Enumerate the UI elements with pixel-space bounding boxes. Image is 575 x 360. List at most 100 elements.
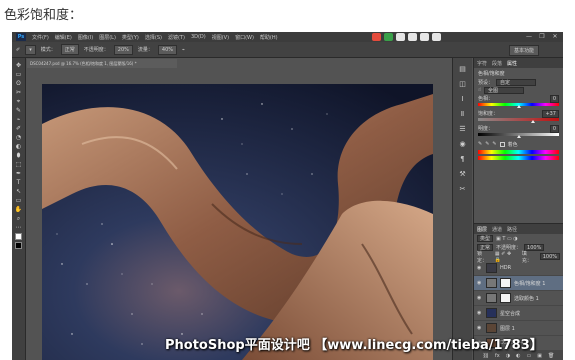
eyedropper-tool-icon[interactable]: ⌖ (14, 98, 23, 105)
restore-icon[interactable]: ❐ (538, 33, 546, 40)
airbrush-icon[interactable]: ⌁ (182, 47, 185, 53)
adjustment-layer-icon[interactable]: ◐ (516, 353, 520, 359)
visibility-eye-icon[interactable]: ◉ (477, 325, 483, 331)
trash-icon[interactable]: 🗑 (548, 353, 554, 359)
marquee-tool-icon[interactable]: ▭ (14, 71, 23, 78)
new-layer-icon[interactable]: ▣ (537, 353, 542, 359)
filter-icons[interactable]: ▣ T ▭ ◑ (496, 236, 518, 242)
lightness-thumb[interactable] (516, 135, 521, 138)
adjustments-panel-icon[interactable]: ◉ (457, 139, 469, 149)
hue-value[interactable]: 0 (549, 95, 559, 103)
document-canvas[interactable] (42, 84, 433, 360)
menu-help[interactable]: 帮助(H) (260, 34, 278, 41)
opacity-input[interactable]: 20% (113, 44, 133, 55)
mode-dropdown[interactable]: 正常 (60, 44, 79, 55)
menu-layer[interactable]: 图层(L) (99, 34, 116, 41)
menu-select[interactable]: 选择(S) (145, 34, 162, 41)
clone-tool-icon[interactable]: ✐ (14, 125, 23, 132)
healing-tool-icon[interactable]: ⌁ (14, 116, 23, 123)
menu-file[interactable]: 文件(F) (32, 34, 49, 41)
crop-tool-icon[interactable]: ✂ (14, 89, 23, 96)
more-tools-icon[interactable]: ⋯ (14, 224, 23, 231)
layer-row[interactable]: ◉ HDR (474, 261, 563, 276)
colorize-checkbox[interactable] (499, 141, 505, 147)
menu-view[interactable]: 视图(V) (212, 34, 229, 41)
saturation-value[interactable]: +37 (542, 110, 559, 118)
tab-paths[interactable]: 路径 (507, 226, 517, 233)
lock-icons[interactable]: ▦ ✐ ✥ 🔒 (495, 251, 519, 263)
layer-row[interactable]: ◉ 选取颜色 1 (474, 291, 563, 306)
visibility-eye-icon[interactable]: ◉ (477, 310, 483, 316)
properties-panel-icon[interactable]: ☰ (457, 124, 469, 134)
brush-preset-picker[interactable]: ▾ (25, 44, 36, 55)
layer-kind-dropdown[interactable]: 类型 (477, 235, 494, 242)
saturation-thumb[interactable] (531, 120, 536, 123)
tray-app-icon[interactable] (432, 33, 441, 41)
channel-dropdown[interactable]: 全图 (484, 86, 525, 94)
hand-adjust-icon[interactable]: ☝ (478, 87, 481, 93)
preset-dropdown[interactable]: 自定 (496, 78, 537, 86)
visibility-eye-icon[interactable]: ◉ (477, 265, 483, 271)
layer-row[interactable]: ◉ 星空合成 (474, 306, 563, 321)
saturation-slider[interactable]: 饱和度： +37 (478, 110, 559, 124)
tab-properties[interactable]: 属性 (507, 60, 517, 67)
hue-thumb[interactable] (516, 105, 521, 108)
foreground-color-swatch[interactable] (15, 233, 22, 240)
minimize-icon[interactable]: — (525, 33, 533, 40)
lasso-tool-icon[interactable]: ʘ (14, 80, 23, 87)
history-brush-icon[interactable]: ◔ (14, 134, 23, 141)
menu-filter[interactable]: 滤镜(T) (168, 34, 185, 41)
menu-window[interactable]: 窗口(W) (235, 34, 254, 41)
tab-paragraph[interactable]: 段落 (492, 60, 502, 67)
type-tool-icon[interactable]: T (14, 179, 23, 186)
zoom-tool-icon[interactable]: ⌕ (14, 215, 23, 222)
group-icon[interactable]: ▭ (527, 353, 532, 359)
add-mask-icon[interactable]: ◑ (506, 353, 510, 359)
eraser-tool-icon[interactable]: ◐ (14, 143, 23, 150)
lightness-slider[interactable]: 明度： 0 (478, 125, 559, 139)
gradient-tool-icon[interactable]: ⬮ (14, 152, 23, 159)
scissors-icon[interactable]: ✂ (457, 184, 469, 194)
brush-tool-icon[interactable]: ✐ (16, 47, 20, 53)
eyedropper-minus-icon[interactable]: ✎ (492, 141, 496, 147)
pen-tool-icon[interactable]: ✒ (14, 170, 23, 177)
eyedropper-icon[interactable]: ✎ (478, 141, 482, 147)
paragraph-panel-icon[interactable]: Ⅱ (457, 109, 469, 119)
visibility-eye-icon[interactable]: ◉ (477, 280, 483, 286)
layer-row[interactable]: ◉ 色相/饱和度 1 (474, 276, 563, 291)
tray-app-icon[interactable] (420, 33, 429, 41)
layer-mask-thumbnail[interactable] (500, 278, 511, 288)
fill-input[interactable]: 100% (539, 253, 560, 260)
menu-edit[interactable]: 编辑(E) (55, 34, 72, 41)
menu-3d[interactable]: 3D(D) (191, 34, 206, 40)
tray-app-icon[interactable] (408, 33, 417, 41)
character-panel-icon[interactable]: Ⅰ (457, 94, 469, 104)
link-layers-icon[interactable]: ⛓ (483, 353, 489, 359)
close-icon[interactable]: ✕ (551, 33, 559, 40)
layer-style-icon[interactable]: fx (495, 353, 500, 359)
paragraph-style-icon[interactable]: ¶ (457, 154, 469, 164)
tray-app-icon[interactable] (396, 33, 405, 41)
lightness-value[interactable]: 0 (549, 125, 559, 133)
tool-presets-icon[interactable]: ⚒ (457, 169, 469, 179)
brush-tool-icon[interactable]: ✎ (14, 107, 23, 114)
move-tool-icon[interactable]: ✥ (14, 62, 23, 69)
menu-type[interactable]: 类型(Y) (122, 34, 139, 41)
background-color-swatch[interactable] (15, 242, 22, 249)
dodge-tool-icon[interactable]: ⬚ (14, 161, 23, 168)
menu-image[interactable]: 图像(I) (78, 34, 93, 41)
tray-app-icon[interactable] (384, 33, 393, 41)
path-select-icon[interactable]: ↖ (14, 188, 23, 195)
shape-tool-icon[interactable]: ▭ (14, 197, 23, 204)
hue-slider[interactable]: 色相： 0 (478, 95, 559, 109)
document-tab[interactable]: DSC04247.psd @ 16.7% (色相/饱和度 1, 图层蒙版/16)… (27, 59, 177, 68)
tray-app-icon[interactable] (372, 33, 381, 41)
workspace-dropdown[interactable]: 基本功能 (508, 45, 539, 56)
tab-channels[interactable]: 通道 (492, 226, 502, 233)
eyedropper-plus-icon[interactable]: ✎ (485, 141, 489, 147)
actions-panel-icon[interactable]: ◫ (457, 79, 469, 89)
flow-input[interactable]: 40% (157, 44, 178, 55)
tab-character[interactable]: 字符 (477, 60, 487, 67)
tab-layers[interactable]: 图层 (477, 226, 487, 233)
hand-tool-icon[interactable]: ✋ (14, 206, 23, 213)
